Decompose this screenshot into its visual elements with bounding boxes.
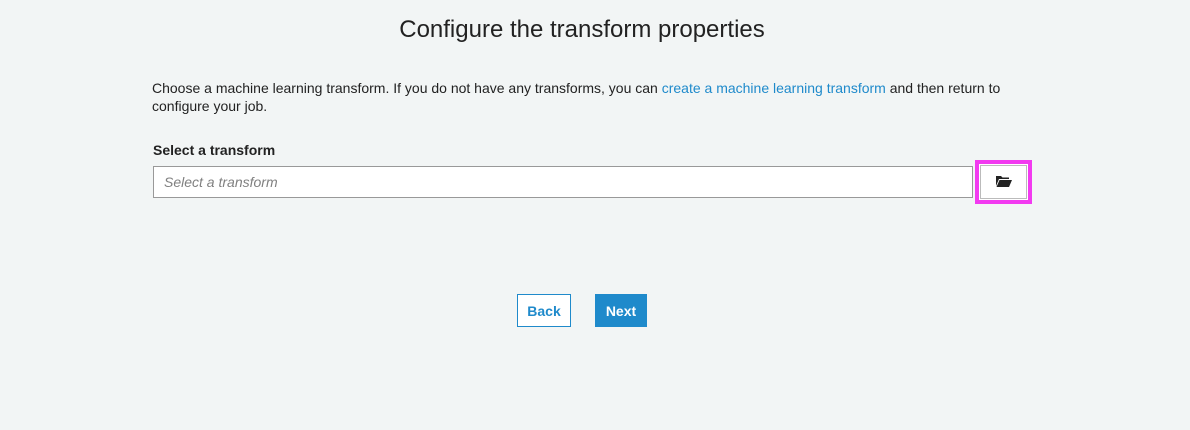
intro-text: Choose a machine learning transform. If … xyxy=(152,79,1032,115)
browse-transform-button[interactable] xyxy=(975,160,1032,204)
create-transform-link[interactable]: create a machine learning transform xyxy=(662,80,886,96)
select-transform-input[interactable] xyxy=(153,166,973,198)
next-button[interactable]: Next xyxy=(595,294,647,327)
folder-open-icon xyxy=(995,174,1013,191)
intro-text-before: Choose a machine learning transform. If … xyxy=(152,80,662,96)
browse-button-frame xyxy=(980,165,1027,199)
back-button[interactable]: Back xyxy=(517,294,571,327)
select-transform-label: Select a transform xyxy=(153,142,276,158)
page-title: Configure the transform properties xyxy=(399,16,765,43)
